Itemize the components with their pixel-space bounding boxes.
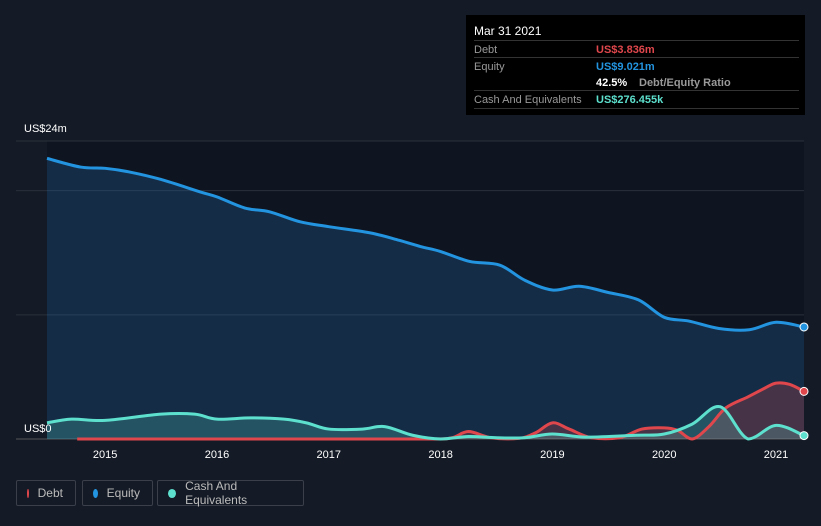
tooltip-cash-row: Cash And Equivalents US$276.455k [474,90,799,109]
tooltip-debt-row: Debt US$3.836m [474,40,799,58]
equity-end-point [799,322,809,332]
tooltip-equity-value: US$9.021m [596,61,655,73]
x-tick-label: 2020 [652,449,676,461]
cash-and-equivalents-end-point [799,431,809,441]
tooltip: Mar 31 2021 Debt US$3.836m Equity US$9.0… [466,15,805,115]
tooltip-equity-row: Equity US$9.021m [474,57,799,75]
legend-equity[interactable]: Equity [82,480,153,506]
legend-debt-label: Debt [37,486,63,500]
x-tick-label: 2018 [428,449,452,461]
equity-dot-icon [93,488,98,498]
tooltip-equity-label: Equity [474,61,505,73]
tooltip-cash-value: US$276.455k [596,94,664,106]
cash-dot-icon [168,488,177,498]
tooltip-debt-value: US$3.836m [596,44,655,56]
x-tick-label: 2015 [93,449,117,461]
x-tick-label: 2019 [540,449,564,461]
x-tick-label: 2017 [317,449,341,461]
tooltip-ratio-label: Debt/Equity Ratio [639,77,731,89]
tooltip-cash-label: Cash And Equivalents [474,94,582,106]
tooltip-date: Mar 31 2021 [474,24,542,38]
tooltip-ratio-value: 42.5% [596,77,628,89]
debt-end-point [799,386,809,396]
x-tick-label: 2016 [205,449,229,461]
debt-dot-icon [27,488,29,498]
legend-equity-label: Equity [106,486,140,500]
tooltip-ratio-row: 42.5% Debt/Equity Ratio [474,74,799,91]
x-tick-label: 2021 [764,449,788,461]
legend-cash-label: Cash And Equivalents [185,479,248,507]
legend-debt[interactable]: Debt [16,480,76,506]
tooltip-debt-label: Debt [474,44,498,56]
y-label-bottom: US$0 [24,423,52,435]
legend-cash[interactable]: Cash And Equivalents [157,479,304,507]
y-label-top: US$24m [24,123,67,135]
